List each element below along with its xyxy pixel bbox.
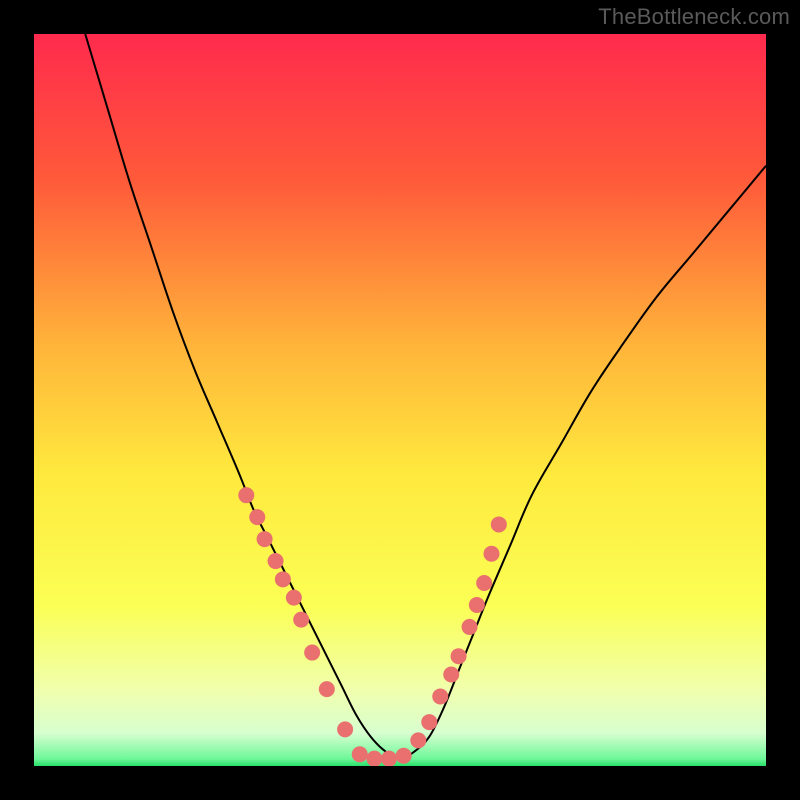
data-point	[421, 714, 437, 730]
data-point	[443, 667, 459, 683]
data-point	[484, 546, 500, 562]
data-point	[432, 688, 448, 704]
data-point	[319, 681, 335, 697]
gradient-background	[34, 34, 766, 766]
watermark-text: TheBottleneck.com	[598, 4, 790, 30]
data-point	[396, 748, 412, 764]
data-point	[337, 721, 353, 737]
data-point	[491, 516, 507, 532]
data-point	[366, 751, 382, 767]
data-point	[238, 487, 254, 503]
bottleneck-chart	[0, 0, 800, 800]
data-point	[286, 590, 302, 606]
data-point	[293, 612, 309, 628]
data-point	[352, 746, 368, 762]
data-point	[451, 648, 467, 664]
data-point	[304, 645, 320, 661]
chart-root: TheBottleneck.com	[0, 0, 800, 800]
data-point	[462, 619, 478, 635]
plot-area	[34, 34, 766, 767]
data-point	[268, 553, 284, 569]
data-point	[410, 732, 426, 748]
data-point	[469, 597, 485, 613]
data-point	[275, 571, 291, 587]
data-point	[476, 575, 492, 591]
data-point	[249, 509, 265, 525]
data-point	[257, 531, 273, 547]
data-point	[381, 751, 397, 767]
